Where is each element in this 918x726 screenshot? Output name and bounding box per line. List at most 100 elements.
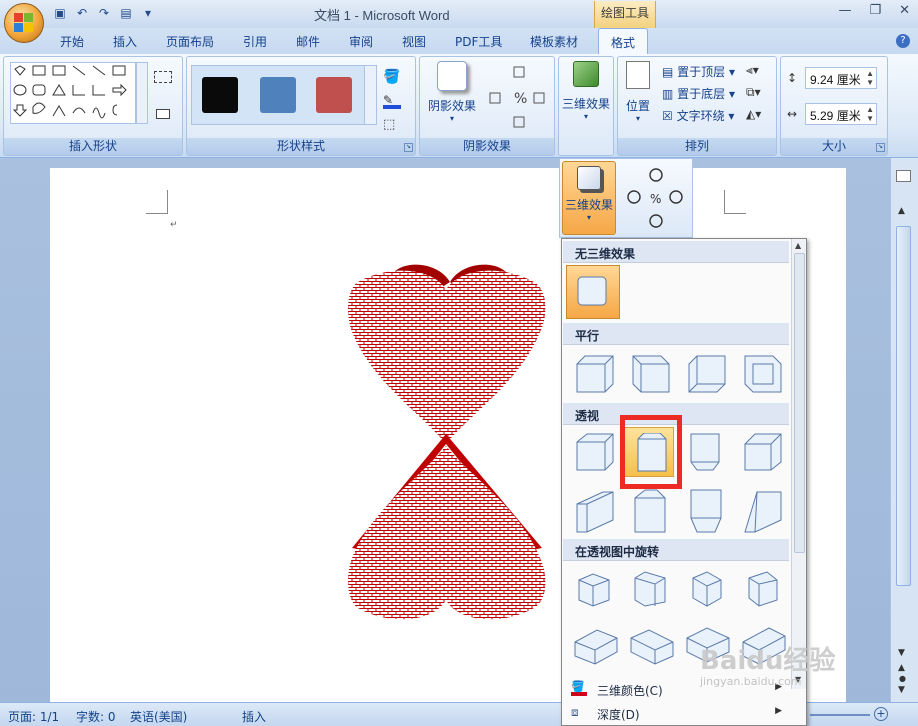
gallery-scroll-thumb[interactable] bbox=[794, 253, 805, 553]
paragraph-mark: ↵ bbox=[170, 220, 178, 230]
style-swatch-red[interactable] bbox=[316, 77, 352, 113]
size-dialog-launcher-icon[interactable]: ↘ bbox=[876, 143, 885, 152]
tilt-controls-icons[interactable]: % bbox=[620, 161, 690, 235]
gallery-item-perspective-4[interactable] bbox=[736, 427, 786, 477]
save-icon[interactable]: ▣ bbox=[52, 5, 68, 21]
gallery-item-parallel-4[interactable] bbox=[736, 347, 786, 397]
edit-shape-icon[interactable] bbox=[154, 71, 172, 83]
svg-text:%: % bbox=[514, 91, 527, 107]
tab-templates[interactable]: 模板素材 bbox=[530, 33, 578, 50]
gallery-item-parallel-2[interactable] bbox=[624, 347, 674, 397]
gallery-item-no-3d[interactable] bbox=[566, 265, 620, 319]
bring-front-icon: ▤ bbox=[662, 65, 674, 79]
gallery-item-parallel-3[interactable] bbox=[680, 347, 730, 397]
fill-color-icon[interactable]: 🪣 bbox=[383, 69, 400, 85]
rotation-4-icon bbox=[748, 571, 778, 607]
line-color-icon[interactable]: ✎ bbox=[383, 93, 401, 109]
tab-insert[interactable]: 插入 bbox=[113, 33, 137, 50]
zoom-slider[interactable] bbox=[810, 714, 870, 716]
office-logo-icon bbox=[14, 13, 34, 33]
gallery-item-perspective-6[interactable] bbox=[624, 483, 674, 533]
perspective-1-icon bbox=[576, 433, 614, 471]
layout-icon[interactable]: ▤ bbox=[118, 5, 134, 21]
status-words[interactable]: 字数: 0 bbox=[76, 708, 116, 725]
text-wrap-button[interactable]: ☒ 文字环绕 ▾ bbox=[662, 107, 734, 124]
customize-qat-icon[interactable]: ▾ bbox=[140, 5, 156, 21]
restore-icon[interactable]: ❐ bbox=[869, 3, 881, 18]
shape-style-gallery[interactable] bbox=[191, 65, 377, 125]
gallery-item-rotation-6[interactable] bbox=[624, 619, 674, 669]
nudge-shadow-icons[interactable]: % bbox=[482, 65, 552, 135]
shapes-gallery-scroll[interactable] bbox=[136, 62, 148, 124]
prev-page-icon[interactable]: ▲ bbox=[898, 663, 905, 673]
section-parallel: 平行 bbox=[563, 323, 789, 345]
perspective-4-icon bbox=[744, 433, 782, 471]
gallery-item-perspective-8[interactable] bbox=[736, 483, 786, 533]
gallery-item-perspective-7[interactable] bbox=[680, 483, 730, 533]
bring-to-front-button[interactable]: ▤ 置于顶层 ▾ bbox=[662, 63, 735, 80]
shadow-effects-button[interactable]: 阴影效果 ▾ bbox=[424, 61, 480, 123]
rotation-6-icon bbox=[630, 629, 674, 665]
hearts-shape[interactable] bbox=[342, 254, 582, 634]
width-spinner-icon[interactable]: ▲ ▼ bbox=[866, 105, 874, 123]
align-icon[interactable]: ⫷▾ bbox=[746, 63, 759, 78]
scroll-down-icon[interactable]: ▼ bbox=[898, 648, 905, 658]
help-icon[interactable]: ? bbox=[896, 34, 910, 48]
gallery-item-rotation-5[interactable] bbox=[568, 619, 618, 669]
tab-mailings[interactable]: 邮件 bbox=[296, 33, 320, 50]
style-gallery-scroll[interactable] bbox=[364, 66, 376, 124]
send-to-back-button[interactable]: ▥ 置于底层 ▾ bbox=[662, 85, 735, 102]
3d-effects-button-active[interactable]: 三维效果 ▾ bbox=[562, 161, 616, 235]
office-button[interactable] bbox=[4, 3, 44, 43]
dialog-launcher-icon[interactable]: ↘ bbox=[404, 143, 413, 152]
change-shape-icon[interactable]: ⬚ bbox=[383, 117, 395, 132]
status-insert-mode[interactable]: 插入 bbox=[242, 708, 266, 725]
rotate-icon[interactable]: ◭▾ bbox=[746, 107, 761, 121]
tab-references[interactable]: 引用 bbox=[243, 33, 267, 50]
gallery-item-rotation-1[interactable] bbox=[568, 563, 618, 613]
menu-depth[interactable]: ⧈ 深度(D) ▶ bbox=[563, 701, 790, 725]
minimize-icon[interactable]: — bbox=[838, 3, 851, 18]
parallel-3-icon bbox=[688, 355, 726, 393]
gallery-item-rotation-2[interactable] bbox=[624, 563, 674, 613]
height-spinner-icon[interactable]: ▲ ▼ bbox=[866, 69, 874, 87]
gallery-item-perspective-3[interactable] bbox=[680, 427, 730, 477]
close-icon[interactable]: ✕ bbox=[899, 3, 910, 18]
3d-cube-icon bbox=[573, 61, 599, 87]
textbox-icon[interactable] bbox=[156, 109, 170, 119]
tab-format[interactable]: 格式 bbox=[598, 28, 649, 55]
gallery-item-rotation-3[interactable] bbox=[680, 563, 730, 613]
gallery-scrollbar[interactable]: ▲ ▼ bbox=[791, 239, 806, 689]
gallery-item-perspective-5[interactable] bbox=[568, 483, 618, 533]
browse-object-icon[interactable]: ● bbox=[899, 674, 906, 683]
gallery-item-parallel-1[interactable] bbox=[568, 347, 618, 397]
status-page[interactable]: 页面: 1/1 bbox=[8, 708, 59, 725]
perspective-5-icon bbox=[576, 491, 614, 533]
3d-effects-ribbon-button[interactable]: 三维效果 ▾ bbox=[561, 61, 611, 121]
gallery-item-perspective-1[interactable] bbox=[568, 427, 618, 477]
scroll-up-icon[interactable]: ▲ bbox=[898, 206, 905, 216]
gallery-item-rotation-4[interactable] bbox=[736, 563, 786, 613]
vertical-scrollbar[interactable]: ▲ ▼ ▲ ● ▼ bbox=[890, 158, 918, 702]
position-button[interactable]: 位置 ▾ bbox=[620, 61, 656, 123]
tab-page-layout[interactable]: 页面布局 bbox=[166, 33, 214, 50]
tab-pdf-tools[interactable]: PDF工具 bbox=[455, 33, 502, 50]
style-swatch-black[interactable] bbox=[202, 77, 238, 113]
next-page-icon[interactable]: ▼ bbox=[898, 685, 905, 695]
position-icon bbox=[626, 61, 650, 89]
redo-icon[interactable]: ↷ bbox=[96, 5, 112, 21]
shapes-gallery[interactable] bbox=[10, 62, 136, 124]
ruler-toggle-icon[interactable] bbox=[896, 170, 911, 182]
style-swatch-blue[interactable] bbox=[260, 77, 296, 113]
tab-view[interactable]: 视图 bbox=[402, 33, 426, 50]
width-input[interactable]: 5.29 厘米 ▲ ▼ bbox=[805, 103, 877, 125]
group-icon[interactable]: ⧉▾ bbox=[746, 85, 761, 100]
status-language[interactable]: 英语(美国) bbox=[130, 708, 187, 725]
scrollbar-thumb[interactable] bbox=[896, 226, 911, 586]
tab-review[interactable]: 审阅 bbox=[349, 33, 373, 50]
zoom-in-icon[interactable]: + bbox=[874, 707, 888, 721]
gallery-scroll-up-icon[interactable]: ▲ bbox=[795, 241, 801, 250]
undo-icon[interactable]: ↶ bbox=[74, 5, 90, 21]
height-input[interactable]: 9.24 厘米 ▲ ▼ bbox=[805, 67, 877, 89]
tab-home[interactable]: 开始 bbox=[60, 33, 84, 50]
